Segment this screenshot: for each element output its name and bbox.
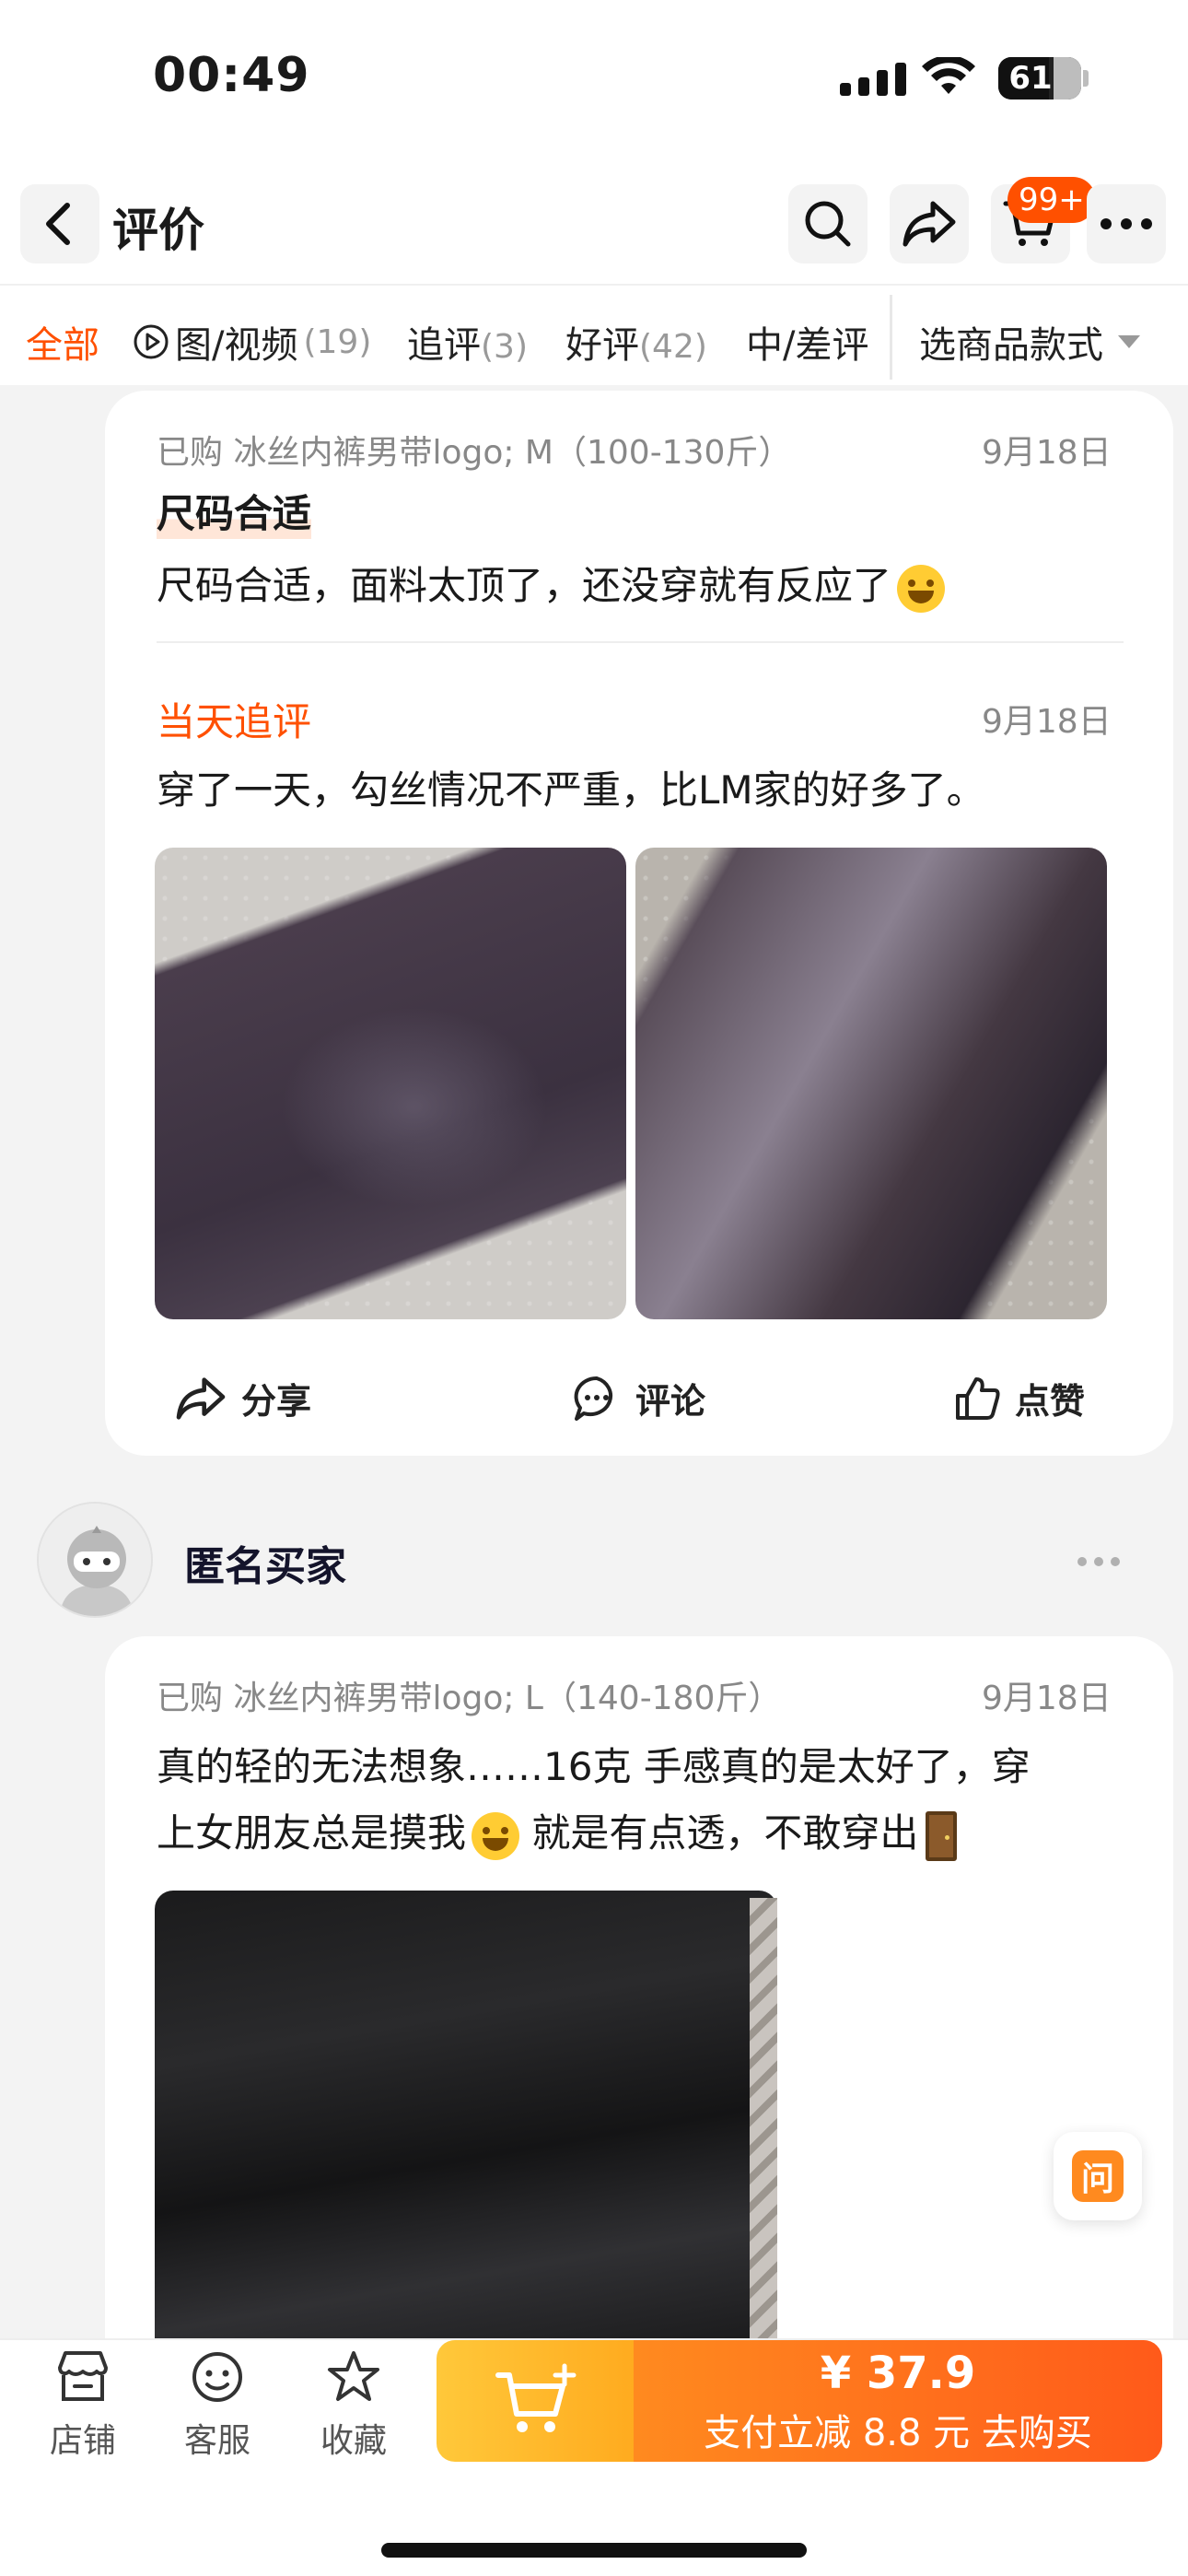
customer-service-icon	[192, 2352, 242, 2402]
door-emoji-icon	[926, 1810, 958, 1861]
like-action[interactable]: 点赞	[954, 1373, 1085, 1423]
like-action-label: 点赞	[1015, 1381, 1086, 1422]
tab-count: (3)	[481, 328, 528, 366]
shop-label: 店铺	[49, 2422, 116, 2460]
tab-label: 图/视频	[175, 324, 298, 367]
buy-subtitle: 支付立减 8.8 元 去购买	[704, 2412, 1092, 2454]
wifi-icon	[921, 54, 976, 101]
caret-down-icon	[1118, 335, 1140, 348]
battery-cap	[1083, 70, 1089, 87]
tab-count: (42)	[639, 328, 707, 366]
favorite-button[interactable]: 收藏	[298, 2349, 409, 2462]
share-button[interactable]	[890, 184, 969, 263]
tab-label: 中/差评	[746, 324, 869, 367]
tab-label: 全部	[26, 324, 99, 367]
followup-date: 9月18日	[982, 703, 1112, 741]
sweat-smile-emoji-icon	[472, 1811, 520, 1860]
customer-service-label: 客服	[183, 2422, 250, 2460]
buy-now-button[interactable]: ¥ 37.9 支付立减 8.8 元 去购买	[634, 2340, 1162, 2462]
cart-add-icon	[495, 2363, 577, 2432]
share-action[interactable]: 分享	[175, 1373, 311, 1423]
review-photo[interactable]	[155, 848, 626, 1319]
tab-label: 追评	[407, 324, 481, 367]
chevron-left-icon	[46, 203, 70, 245]
price: ¥ 37.9	[820, 2348, 976, 2399]
followup-label: 当天追评	[157, 699, 312, 744]
thumbs-up-icon	[956, 1376, 1000, 1420]
variant-select-label: 选商品款式	[919, 324, 1103, 367]
back-button[interactable]	[20, 184, 99, 263]
purchased-variant: 已购 冰丝内裤男带logo; M（100-130斤）	[157, 434, 792, 472]
sweat-smile-emoji-icon	[897, 564, 946, 613]
review-photo[interactable]	[635, 848, 1107, 1319]
share-icon	[903, 201, 956, 247]
review-text: 尺码合适，面料太顶了，还没穿就有反应了	[157, 549, 946, 623]
review-text-line: 真的轻的无法想象……16克 手感真的是太好了，穿	[157, 1744, 1031, 1789]
page-title: 评价	[112, 204, 204, 257]
review-headline: 尺码合适	[157, 483, 312, 539]
tab-divider	[890, 295, 892, 380]
star-icon	[328, 2351, 379, 2401]
favorite-label: 收藏	[320, 2422, 387, 2460]
share-icon	[176, 1376, 226, 1420]
search-button[interactable]	[788, 184, 868, 263]
followup-text: 穿了一天，勾丝情况不严重，比LM家的好多了。	[157, 767, 985, 813]
cellular-signal-icon	[840, 63, 906, 96]
shop-button[interactable]: 店铺	[28, 2349, 138, 2462]
review-date: 9月18日	[982, 434, 1112, 472]
cart-badge: 99+	[1007, 177, 1096, 223]
battery-icon: 61	[998, 57, 1081, 100]
reviewer-name: 匿名买家	[184, 1543, 346, 1590]
tab-all[interactable]: 全部	[26, 315, 99, 369]
status-time: 00:49	[153, 48, 310, 103]
more-button[interactable]	[1087, 184, 1166, 263]
review-text-content: 尺码合适，面料太顶了，还没穿就有反应了	[157, 563, 892, 608]
tab-media[interactable]: 图/视频 (19)	[133, 315, 371, 369]
tab-count: (19)	[303, 322, 372, 361]
tab-neutral-negative[interactable]: 中/差评	[746, 315, 868, 369]
search-icon	[805, 201, 851, 247]
review-photo-edge	[750, 1898, 777, 2340]
tab-label: 好评	[565, 324, 639, 367]
ask-question-button[interactable]: 问	[1054, 2132, 1142, 2220]
battery-level: 61	[1008, 60, 1053, 97]
review-photo[interactable]	[155, 1891, 777, 2370]
store-icon	[58, 2351, 108, 2401]
tab-followup[interactable]: 追评(3)	[407, 315, 528, 369]
review-text-line: 上女朋友总是摸我 就是有点透，不敢穿出	[157, 1797, 958, 1870]
tab-positive[interactable]: 好评(42)	[565, 315, 707, 369]
review-text-part: 上女朋友总是摸我	[157, 1810, 467, 1856]
home-indicator	[381, 2543, 807, 2558]
divider	[157, 641, 1124, 643]
purchased-variant: 已购 冰丝内裤男带logo; L（140-180斤）	[157, 1680, 782, 1717]
review-text-part: 就是有点透，不敢穿出	[519, 1810, 919, 1856]
customer-service-button[interactable]: 客服	[162, 2349, 273, 2462]
comment-icon	[574, 1376, 613, 1421]
review-date: 9月18日	[982, 1680, 1112, 1717]
variant-select[interactable]: 选商品款式	[919, 315, 1140, 369]
comment-action[interactable]: 评论	[573, 1373, 705, 1423]
more-icon	[1101, 218, 1152, 229]
avatar[interactable]	[37, 1502, 153, 1618]
comment-action-label: 评论	[635, 1381, 706, 1422]
review-more-icon[interactable]	[1077, 1557, 1120, 1566]
ask-icon: 问	[1072, 2150, 1124, 2202]
anonymous-avatar-icon	[39, 1504, 151, 1616]
share-action-label: 分享	[241, 1381, 312, 1422]
add-to-cart-button[interactable]	[437, 2340, 634, 2462]
play-circle-icon	[134, 324, 169, 359]
